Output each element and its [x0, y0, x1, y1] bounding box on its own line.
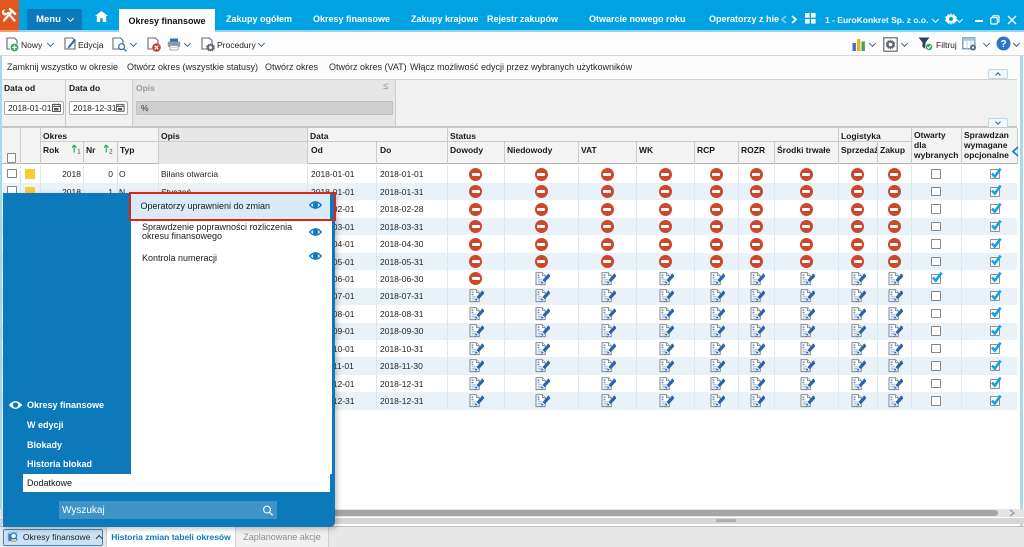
svg-text:?: ?	[1000, 39, 1006, 50]
svg-text:2: 2	[109, 150, 113, 155]
svg-text:1: 1	[77, 150, 81, 155]
